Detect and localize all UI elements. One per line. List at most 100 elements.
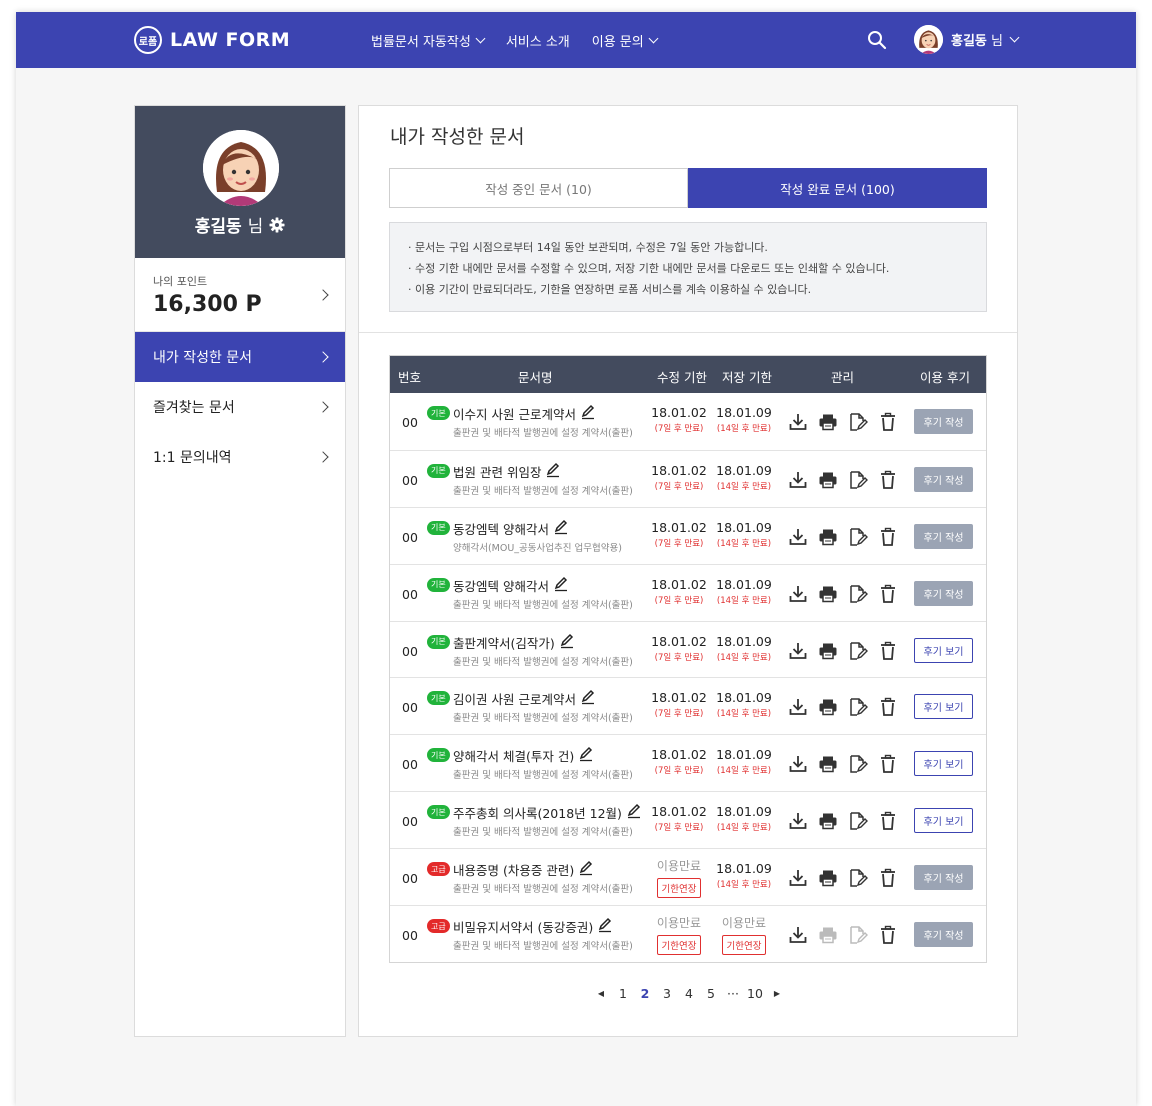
extend-button[interactable]: 기한연장 <box>721 935 767 956</box>
document-title[interactable]: 주주총회 의사록(2018년 12월) <box>453 803 642 822</box>
document-title[interactable]: 법원 관련 위임장 <box>453 462 561 481</box>
document-title[interactable]: 동강엠텍 양해각서 <box>453 576 569 595</box>
gear-icon[interactable] <box>269 217 285 233</box>
download-icon[interactable] <box>788 925 808 945</box>
download-icon[interactable] <box>788 754 808 774</box>
write-review-button[interactable]: 후기 작성 <box>914 523 973 549</box>
write-review-button[interactable]: 후기 작성 <box>914 466 973 492</box>
next-page-icon[interactable]: ▶ <box>766 989 788 998</box>
trash-icon[interactable] <box>878 527 898 547</box>
document-title[interactable]: 이수지 사원 근로계약서 <box>453 404 596 423</box>
view-review-button[interactable]: 후기 보기 <box>914 808 973 834</box>
trash-icon[interactable] <box>878 584 898 604</box>
nav-item-inquiry[interactable]: 이용 문의 <box>592 31 659 50</box>
pencil-icon[interactable] <box>597 917 613 936</box>
print-icon[interactable] <box>818 697 838 717</box>
pencil-icon[interactable] <box>553 576 569 595</box>
prev-page-icon[interactable]: ◀ <box>590 989 612 998</box>
pencil-icon[interactable] <box>580 689 596 708</box>
document-title[interactable]: 양해각서 체결(투자 건) <box>453 746 594 765</box>
trash-icon[interactable] <box>878 754 898 774</box>
pencil-icon[interactable] <box>626 803 642 822</box>
tab-in-progress[interactable]: 작성 중인 문서 (10) <box>389 168 688 208</box>
points-box[interactable]: 나의 포인트 16,300 P <box>135 258 345 332</box>
download-icon[interactable] <box>788 527 808 547</box>
trash-icon[interactable] <box>878 697 898 717</box>
pencil-icon[interactable] <box>545 462 561 481</box>
edit-document-icon[interactable] <box>848 697 868 717</box>
page-number[interactable]: 3 <box>656 986 678 1001</box>
pencil-icon[interactable] <box>559 633 575 652</box>
view-review-button[interactable]: 후기 보기 <box>914 637 973 663</box>
print-icon[interactable] <box>818 584 838 604</box>
print-icon[interactable] <box>818 412 838 432</box>
print-icon[interactable] <box>818 754 838 774</box>
extend-button[interactable]: 기한연장 <box>656 878 702 899</box>
edit-document-icon[interactable] <box>848 925 868 945</box>
document-title[interactable]: 동강엠텍 양해각서 <box>453 519 569 538</box>
nav-item-service-intro[interactable]: 서비스 소개 <box>506 31 570 50</box>
trash-icon[interactable] <box>878 925 898 945</box>
download-icon[interactable] <box>788 412 808 432</box>
edit-document-icon[interactable] <box>848 412 868 432</box>
grade-badge: 기본 <box>427 463 450 478</box>
page-number-current[interactable]: 2 <box>634 986 656 1001</box>
trash-icon[interactable] <box>878 412 898 432</box>
print-icon[interactable] <box>818 641 838 661</box>
tab-completed[interactable]: 작성 완료 문서 (100) <box>688 168 987 208</box>
print-icon[interactable] <box>818 527 838 547</box>
write-review-button[interactable]: 후기 작성 <box>914 865 973 891</box>
edit-document-icon[interactable] <box>848 584 868 604</box>
edit-document-icon[interactable] <box>848 527 868 547</box>
pencil-icon[interactable] <box>578 746 594 765</box>
print-icon[interactable] <box>818 925 838 945</box>
write-review-button[interactable]: 후기 작성 <box>914 922 973 948</box>
sidebar-item-inquiries[interactable]: 1:1 문의내역 <box>135 432 345 482</box>
extend-button[interactable]: 기한연장 <box>656 935 702 956</box>
avatar <box>914 25 943 54</box>
edit-document-icon[interactable] <box>848 868 868 888</box>
page-number[interactable]: 1 <box>612 986 634 1001</box>
search-icon[interactable] <box>867 30 887 50</box>
view-review-button[interactable]: 후기 보기 <box>914 694 973 720</box>
view-review-button[interactable]: 후기 보기 <box>914 751 973 777</box>
print-icon[interactable] <box>818 470 838 490</box>
pencil-icon[interactable] <box>580 404 596 423</box>
sidebar-item-favorites[interactable]: 즐겨찾는 문서 <box>135 382 345 432</box>
document-title[interactable]: 비밀유지서약서 (동강증권) <box>453 917 613 936</box>
trash-icon[interactable] <box>878 470 898 490</box>
print-icon[interactable] <box>818 811 838 831</box>
document-title[interactable]: 김이권 사원 근로계약서 <box>453 689 596 708</box>
download-icon[interactable] <box>788 584 808 604</box>
page-number[interactable]: 5 <box>700 986 722 1001</box>
edit-document-icon[interactable] <box>848 641 868 661</box>
download-icon[interactable] <box>788 868 808 888</box>
page-number[interactable]: 10 <box>744 986 766 1001</box>
write-review-button[interactable]: 후기 작성 <box>914 409 973 434</box>
logo[interactable]: 로폼 LAW FORM <box>134 26 290 54</box>
download-icon[interactable] <box>788 697 808 717</box>
sidebar-item-label: 내가 작성한 문서 <box>153 350 253 366</box>
write-review-button[interactable]: 후기 작성 <box>914 580 973 606</box>
download-icon[interactable] <box>788 470 808 490</box>
save-deadline-note: (14일 후 만료) <box>716 766 772 777</box>
download-icon[interactable] <box>788 811 808 831</box>
trash-icon[interactable] <box>878 641 898 661</box>
trash-icon[interactable] <box>878 868 898 888</box>
column-header-save-deadline: 저장 기한 <box>722 370 772 385</box>
column-header-edit-deadline: 수정 기한 <box>657 370 707 385</box>
download-icon[interactable] <box>788 641 808 661</box>
user-menu[interactable]: 홍길동 님 <box>914 25 1020 54</box>
page-number[interactable]: 4 <box>678 986 700 1001</box>
edit-document-icon[interactable] <box>848 754 868 774</box>
print-icon[interactable] <box>818 868 838 888</box>
document-title[interactable]: 출판계약서(김작가) <box>453 633 575 652</box>
trash-icon[interactable] <box>878 811 898 831</box>
nav-item-document-writing[interactable]: 법률문서 자동작성 <box>371 31 486 50</box>
document-title[interactable]: 내용증명 (차용증 관련) <box>453 860 594 879</box>
edit-document-icon[interactable] <box>848 811 868 831</box>
pencil-icon[interactable] <box>578 860 594 879</box>
edit-document-icon[interactable] <box>848 470 868 490</box>
pencil-icon[interactable] <box>553 519 569 538</box>
sidebar-item-my-documents[interactable]: 내가 작성한 문서 <box>135 332 345 382</box>
